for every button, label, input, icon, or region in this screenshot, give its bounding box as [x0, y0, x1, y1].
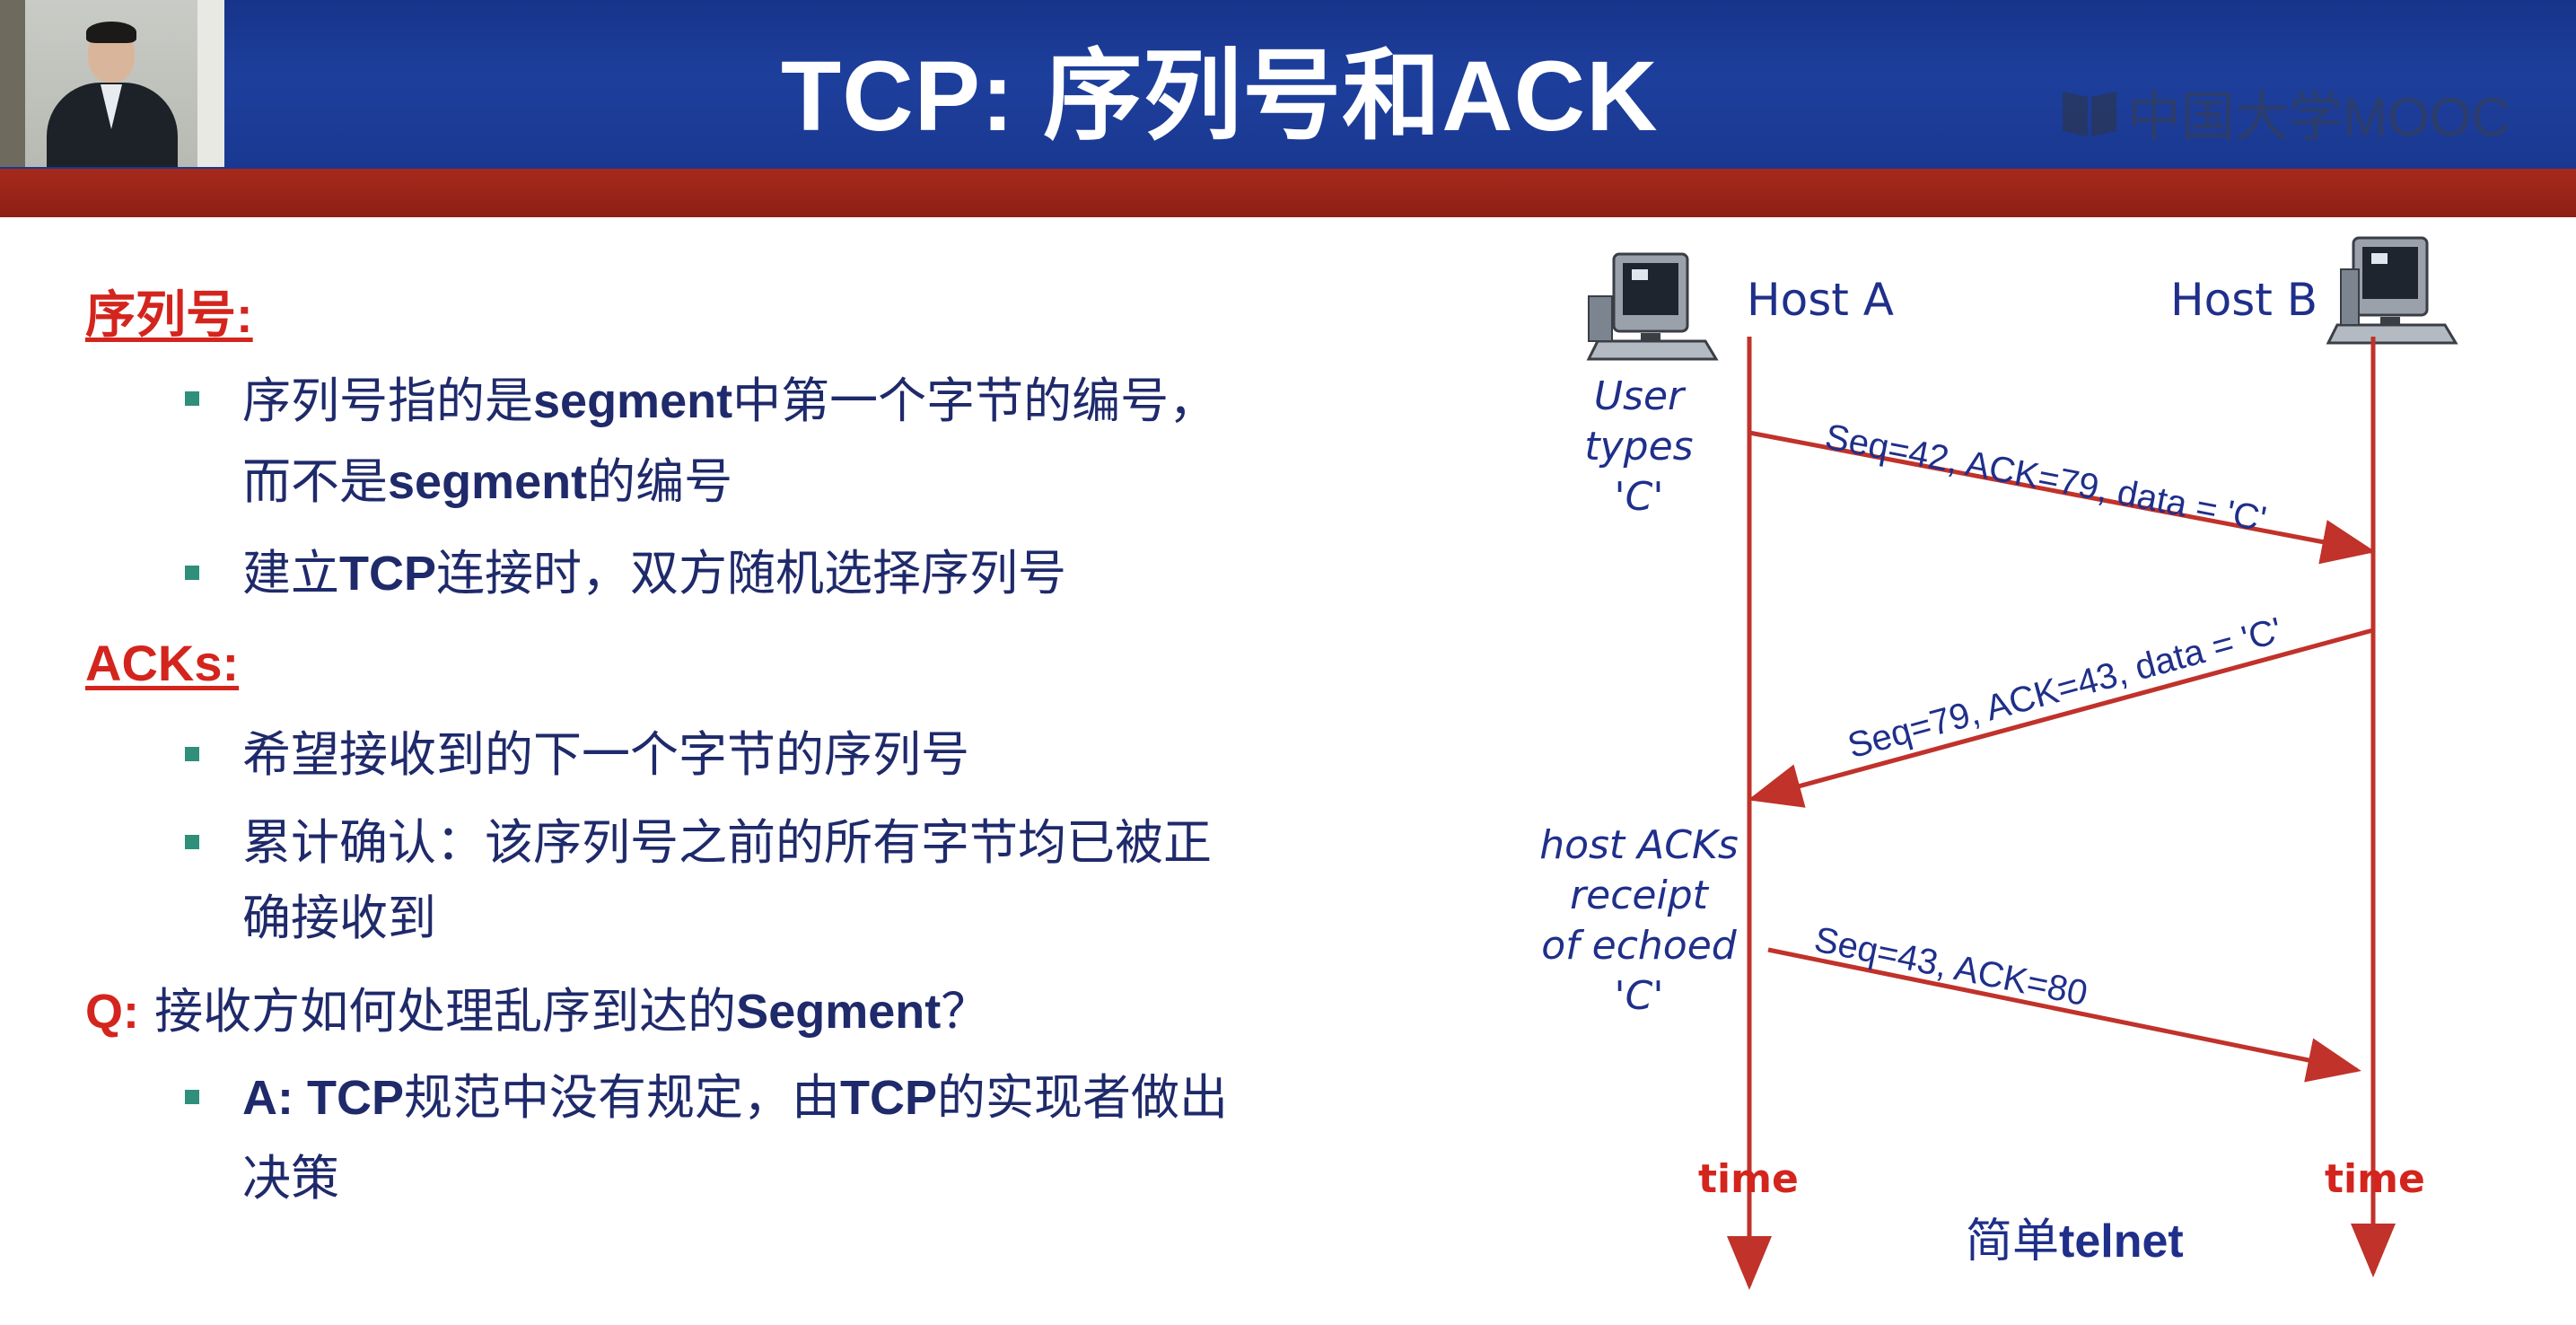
diagram-caption: 简单telnet — [1966, 1215, 2184, 1268]
message-arrow-2 — [1748, 627, 2374, 808]
note-host-acks: host ACKs receipt of echoed 'C' — [1539, 822, 1739, 1019]
computer-icon-host-a — [1586, 252, 1719, 361]
time-label-host-a: time — [1698, 1156, 1799, 1202]
computer-icon-host-b — [2326, 236, 2458, 345]
host-a-label: Host A — [1747, 274, 1894, 326]
time-label-host-b: time — [2325, 1156, 2425, 1202]
host-b-label: Host B — [2170, 274, 2318, 326]
note-user-types: User types 'C' — [1584, 373, 1694, 520]
